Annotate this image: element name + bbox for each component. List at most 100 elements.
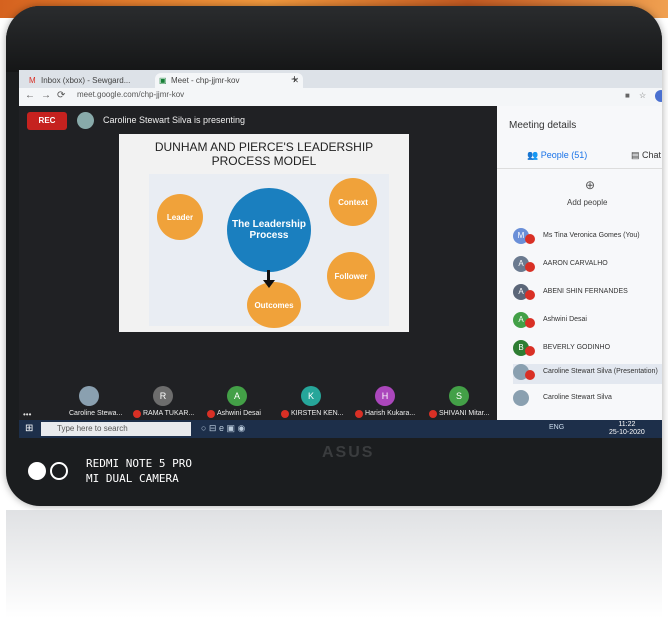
participant-tile[interactable]: H Harish Kukara... xyxy=(355,386,415,420)
tile-avatar: A xyxy=(227,386,247,406)
camera-icon[interactable]: ■ xyxy=(625,91,630,100)
new-tab-icon[interactable]: + xyxy=(291,72,298,86)
participant-name: Ashwini Desai xyxy=(543,316,587,323)
watermark-line1: REDMI NOTE 5 PRO xyxy=(86,457,192,470)
presentation-slide: DUNHAM AND PIERCE'S LEADERSHIP PROCESS M… xyxy=(119,134,409,332)
participant-tile[interactable]: R RAMA TUKAR... xyxy=(133,386,195,420)
participant-tile[interactable]: S SHIVANI Mitar... xyxy=(429,386,489,420)
meet-icon: ▣ xyxy=(159,76,167,85)
participant-name: AARON CARVALHO xyxy=(543,260,608,267)
tile-avatar xyxy=(79,386,99,406)
presenter-text: Caroline Stewart Silva is presenting xyxy=(103,115,246,125)
participant-row[interactable]: Caroline Stewart Silva (Presentation) xyxy=(513,364,662,384)
node-follower: Follower xyxy=(327,252,375,300)
mic-off-icon xyxy=(207,410,215,418)
people-icon: 👥 xyxy=(527,150,541,160)
slide-title: DUNHAM AND PIERCE'S LEADERSHIP PROCESS M… xyxy=(119,140,409,168)
mic-off-icon xyxy=(525,346,535,356)
laptop-brand-logo: ASUS xyxy=(322,444,375,461)
watermark-dot xyxy=(28,462,46,480)
browser-tabbar: M Inbox (xbox) - Sewgard... ✕ ▣ Meet - c… xyxy=(19,70,662,88)
gmail-icon: M xyxy=(29,76,36,85)
participant-tile[interactable]: K KIRSTEN KEN... xyxy=(281,386,344,420)
forward-icon[interactable]: → xyxy=(41,90,51,101)
tab-people[interactable]: 👥 People (51) xyxy=(527,150,587,161)
laptop-screen: M Inbox (xbox) - Sewgard... ✕ ▣ Meet - c… xyxy=(19,70,662,438)
rec-badge: REC xyxy=(27,112,67,130)
tile-name: Harish Kukara... xyxy=(365,410,416,417)
reload-icon[interactable]: ⟳ xyxy=(57,90,65,101)
tile-avatar: K xyxy=(301,386,321,406)
mic-off-icon xyxy=(133,410,141,418)
add-person-icon[interactable]: ⊕ xyxy=(585,178,595,192)
participant-name: ABENI SHIN FERNANDES xyxy=(543,288,628,295)
taskbar-clock[interactable]: 11:22 25-10-2020 xyxy=(609,421,645,437)
clock-date: 25-10-2020 xyxy=(609,429,645,436)
panel-title: Meeting details xyxy=(509,120,577,131)
tile-name: Caroline Stewa... xyxy=(69,410,123,417)
leadership-diagram: Leader The Leadership Process Context Fo… xyxy=(149,174,389,328)
mic-off-icon xyxy=(525,234,535,244)
participant-name: Ms Tina Veronica Gomes (You) xyxy=(543,232,640,239)
mic-off-icon xyxy=(429,410,437,418)
laptop-photo: M Inbox (xbox) - Sewgard... ✕ ▣ Meet - c… xyxy=(6,6,662,506)
participant-row[interactable]: B BEVERLY GODINHO xyxy=(513,340,662,360)
tile-name: RAMA TUKAR... xyxy=(143,410,195,417)
profile-avatar[interactable] xyxy=(655,90,662,102)
tile-avatar: S xyxy=(449,386,469,406)
meet-window: REC Caroline Stewart Silva is presenting… xyxy=(19,106,662,420)
tray-language[interactable]: ENG xyxy=(549,424,564,431)
participant-name: Caroline Stewart Silva (Presentation) xyxy=(543,368,658,375)
address-bar: ← → ⟳ meet.google.com/chp-jjmr-kov ■ ☆ xyxy=(19,88,662,107)
participant-strip: ••• Caroline Stewa... R RAMA TUKAR... A … xyxy=(19,386,497,420)
node-context: Context xyxy=(329,178,377,226)
panel-tabs: 👥 People (51) ▤ Chat xyxy=(497,146,662,169)
participant-tile[interactable]: A Ashwini Desai xyxy=(207,386,267,420)
back-icon[interactable]: ← xyxy=(25,90,35,101)
participant-row[interactable]: A Ashwini Desai xyxy=(513,312,662,332)
mic-off-icon xyxy=(525,262,535,272)
star-icon[interactable]: ☆ xyxy=(639,91,646,100)
participant-row[interactable]: A AARON CARVALHO xyxy=(513,256,662,276)
node-outcomes: Outcomes xyxy=(247,282,301,328)
more-options-icon[interactable]: ••• xyxy=(23,410,31,419)
camera-watermark: REDMI NOTE 5 PRO MI DUAL CAMERA xyxy=(86,456,192,486)
participant-row[interactable]: M Ms Tina Veronica Gomes (You) xyxy=(513,228,662,248)
presenter-avatar xyxy=(77,112,94,129)
watermark-line2: MI DUAL CAMERA xyxy=(86,472,179,485)
tile-name: KIRSTEN KEN... xyxy=(291,410,344,417)
participant-avatar xyxy=(513,390,529,406)
participant-name: Caroline Stewart Silva xyxy=(543,394,612,401)
tab-gmail[interactable]: M Inbox (xbox) - Sewgard... ✕ xyxy=(25,73,169,88)
mic-off-icon xyxy=(281,410,289,418)
meeting-details-panel: Meeting details 👥 People (51) ▤ Chat ⊕ A… xyxy=(497,106,662,420)
participant-tile[interactable]: Caroline Stewa... xyxy=(59,386,123,420)
clock-time: 11:22 xyxy=(618,421,636,428)
tab-people-label: People (51) xyxy=(540,150,588,160)
arrow-head xyxy=(263,280,275,288)
node-leadership-process: The Leadership Process xyxy=(227,188,311,272)
add-people-button[interactable]: Add people xyxy=(567,198,607,207)
taskbar-search[interactable]: Type here to search xyxy=(41,422,191,436)
watermark-ring xyxy=(50,462,68,480)
mic-off-icon xyxy=(525,370,535,380)
mic-off-icon xyxy=(525,290,535,300)
node-leader: Leader xyxy=(157,194,203,240)
url-field[interactable]: meet.google.com/chp-jjmr-kov xyxy=(77,90,184,99)
tab-chat[interactable]: ▤ Chat xyxy=(631,150,661,161)
photo-reflection xyxy=(6,510,662,637)
participant-name: BEVERLY GODINHO xyxy=(543,344,611,351)
tile-avatar: H xyxy=(375,386,395,406)
tile-name: SHIVANI Mitar... xyxy=(439,410,490,417)
tile-avatar: R xyxy=(153,386,173,406)
participant-row[interactable]: Caroline Stewart Silva xyxy=(513,390,662,410)
tab-gmail-label: Inbox (xbox) - Sewgard... xyxy=(41,76,131,85)
tab-meet[interactable]: ▣ Meet - chp-jjmr-kov ✕ xyxy=(155,73,303,88)
tile-name: Ashwini Desai xyxy=(217,410,261,417)
participant-row[interactable]: A ABENI SHIN FERNANDES xyxy=(513,284,662,304)
slide-title-line2: PROCESS MODEL xyxy=(211,154,317,168)
windows-start-icon[interactable]: ⊞ xyxy=(25,423,33,434)
tab-meet-label: Meet - chp-jjmr-kov xyxy=(171,76,240,85)
tab-chat-label: Chat xyxy=(642,150,662,160)
taskbar-apps-icon[interactable]: ○ ⊟ e ▣ ◉ xyxy=(201,423,245,434)
